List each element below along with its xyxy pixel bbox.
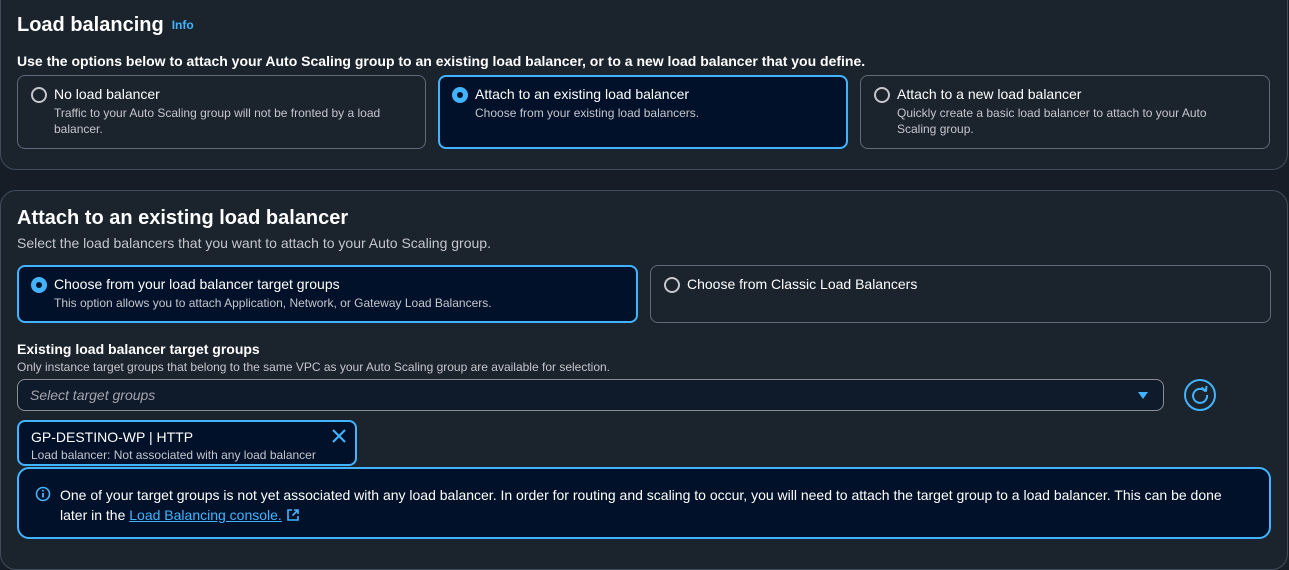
target-groups-label: Existing load balancer target groups xyxy=(17,341,260,357)
option-description: This option allows you to attach Applica… xyxy=(54,296,492,310)
option-description: Choose from your existing load balancers… xyxy=(475,106,700,120)
link-text: Load Balancing console. xyxy=(129,507,282,523)
radio-button-selected[interactable] xyxy=(31,277,47,293)
selected-target-group-token: GP-DESTINO-WP | HTTP Load balancer: Not … xyxy=(17,420,357,466)
radio-button[interactable] xyxy=(664,277,680,293)
option-classic-load-balancers[interactable]: Choose from Classic Load Balancers xyxy=(650,265,1271,323)
option-title: Attach to a new load balancer xyxy=(897,86,1082,102)
option-description: Traffic to your Auto Scaling group will … xyxy=(54,106,381,136)
option-title: Choose from Classic Load Balancers xyxy=(687,276,918,292)
token-title: GP-DESTINO-WP | HTTP xyxy=(31,429,194,445)
external-link-icon xyxy=(287,509,299,521)
caret-down-icon xyxy=(1138,392,1148,399)
load-balancing-console-link[interactable]: Load Balancing console. xyxy=(129,507,300,523)
section-title: Load balancing Info xyxy=(17,14,194,37)
option-title: Attach to an existing load balancer xyxy=(475,86,690,102)
radio-button-selected[interactable] xyxy=(452,87,468,103)
info-alert: One of your target groups is not yet ass… xyxy=(17,467,1271,539)
refresh-icon xyxy=(1192,385,1209,404)
option-title: No load balancer xyxy=(54,86,160,102)
attach-existing-description: Select the load balancers that you want … xyxy=(17,235,491,251)
info-link[interactable]: Info xyxy=(172,18,194,32)
refresh-button[interactable] xyxy=(1184,379,1216,411)
select-placeholder: Select target groups xyxy=(30,387,156,403)
option-attach-existing[interactable]: Attach to an existing load balancer Choo… xyxy=(438,75,848,149)
load-balancing-title: Load balancing xyxy=(17,14,164,36)
alert-text: One of your target groups is not yet ass… xyxy=(60,485,1250,525)
radio-button[interactable] xyxy=(874,87,890,103)
token-description: Load balancer: Not associated with any l… xyxy=(31,448,316,462)
radio-button[interactable] xyxy=(31,87,47,103)
target-groups-select[interactable]: Select target groups xyxy=(17,379,1164,411)
info-icon xyxy=(35,486,51,502)
option-title: Choose from your load balancer target gr… xyxy=(54,276,340,292)
attach-existing-title: Attach to an existing load balancer xyxy=(17,207,349,229)
option-no-load-balancer[interactable]: No load balancer Traffic to your Auto Sc… xyxy=(17,75,426,149)
close-icon[interactable] xyxy=(331,428,347,444)
load-balancing-description: Use the options below to attach your Aut… xyxy=(17,53,866,69)
target-groups-hint: Only instance target groups that belong … xyxy=(17,360,611,374)
option-target-groups[interactable]: Choose from your load balancer target gr… xyxy=(17,265,638,323)
option-attach-new[interactable]: Attach to a new load balancer Quickly cr… xyxy=(860,75,1270,149)
option-description: Quickly create a basic load balancer to … xyxy=(897,106,1207,136)
